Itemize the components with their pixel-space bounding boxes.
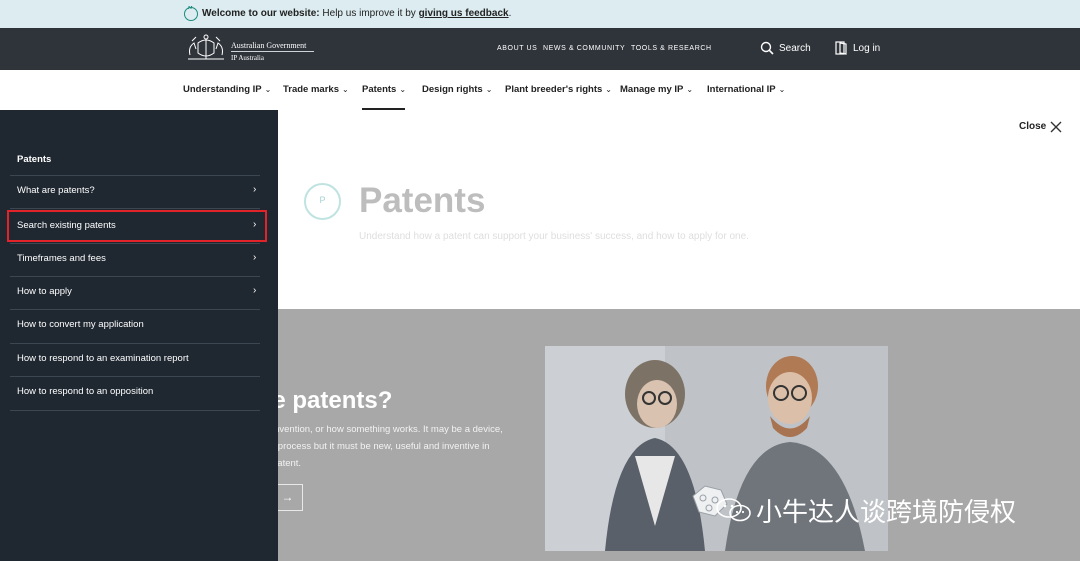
nav-label: Trade marks	[283, 84, 339, 95]
panel-divider	[10, 410, 260, 411]
chevron-down-icon: ⌄	[605, 85, 612, 94]
nav-manage-my-ip[interactable]: Manage my IP ⌄	[620, 84, 693, 95]
close-button[interactable]: Close	[1019, 121, 1046, 132]
menu-item-label: Search existing patents	[17, 220, 116, 231]
util-nav-tools-research[interactable]: TOOLS & RESEARCH	[631, 45, 712, 52]
banner-body: Help us improve it by	[322, 8, 416, 19]
chevron-down-icon: ⌄	[485, 85, 493, 94]
menu-item-how-to-apply[interactable]: How to apply ›	[10, 276, 260, 309]
page-title: Patents	[359, 181, 486, 220]
banner-text: Welcome to our website: Help us improve …	[202, 8, 511, 19]
chevron-right-icon: ›	[253, 252, 257, 263]
nav-label: Manage my IP	[620, 84, 684, 95]
section-line: patent.	[272, 458, 302, 469]
patent-icon-letter: P	[319, 195, 326, 205]
chevron-down-icon: ⌄	[341, 85, 349, 94]
section-line: r process but it must be new, useful and…	[272, 441, 490, 452]
login-icon[interactable]	[835, 41, 848, 55]
close-icon[interactable]	[1050, 121, 1062, 133]
logo-agency-text: IP Australia	[231, 54, 264, 62]
section-line: invention, or how something works. It ma…	[272, 424, 503, 435]
logo-divider	[231, 51, 314, 52]
panel-heading: Patents	[17, 154, 52, 165]
chevron-down-icon: ⌄	[686, 85, 694, 94]
login-button[interactable]: Log in	[853, 43, 880, 54]
search-button[interactable]: Search	[779, 43, 811, 54]
nav-label: Understanding IP	[183, 84, 262, 95]
nav-trade-marks[interactable]: Trade marks ⌄	[283, 84, 349, 95]
speech-bubble-icon	[184, 4, 198, 21]
nav-label: International IP	[707, 84, 776, 95]
nav-label: Design rights	[422, 84, 483, 95]
menu-item-label: What are patents?	[17, 185, 95, 196]
nav-label: Plant breeder's rights	[505, 84, 603, 95]
panel-divider	[10, 208, 260, 209]
util-nav-about-us[interactable]: ABOUT US	[497, 45, 537, 52]
menu-item-search-existing-patents[interactable]: Search existing patents ›	[7, 210, 267, 242]
feedback-banner: Welcome to our website: Help us improve …	[0, 0, 1080, 28]
nav-design-rights[interactable]: Design rights ⌄	[422, 84, 492, 95]
nav-international-ip[interactable]: International IP ⌄	[707, 84, 785, 95]
chevron-right-icon: ›	[253, 285, 257, 296]
site-header: Australian Government IP Australia ABOUT…	[0, 28, 1080, 70]
menu-item-label: How to respond to an opposition	[17, 386, 154, 397]
util-nav-news-community[interactable]: NEWS & COMMUNITY	[543, 45, 625, 52]
chevron-right-icon: ›	[253, 219, 257, 230]
patents-dropdown-panel: Patents What are patents? › Search exist…	[0, 110, 278, 561]
menu-item-respond-examination-report[interactable]: How to respond to an examination report	[10, 343, 260, 376]
watermark-text: 小牛达人谈跨境防侵权	[756, 498, 1017, 528]
nav-patents[interactable]: Patents ⌄	[362, 84, 406, 95]
banner-prefix: Welcome to our website:	[202, 8, 320, 19]
site-logo[interactable]: Australian Government IP Australia	[184, 33, 319, 65]
menu-item-respond-opposition[interactable]: How to respond to an opposition	[10, 376, 260, 409]
chevron-down-icon: ⌄	[399, 85, 407, 94]
section-title: re patents?	[263, 387, 393, 414]
search-icon[interactable]	[760, 41, 774, 55]
coat-of-arms-icon	[188, 34, 224, 60]
page-subtitle: Understand how a patent can support your…	[359, 231, 749, 242]
menu-item-how-to-convert[interactable]: How to convert my application	[10, 309, 260, 342]
menu-item-label: Timeframes and fees	[17, 253, 106, 264]
chevron-down-icon: ⌄	[264, 85, 272, 94]
banner-suffix: .	[508, 8, 512, 19]
chevron-down-icon: ⌄	[778, 85, 786, 94]
feedback-link[interactable]: giving us feedback	[419, 8, 509, 19]
menu-item-label: How to convert my application	[17, 319, 144, 330]
nav-label: Patents	[362, 84, 397, 95]
menu-item-label: How to respond to an examination report	[17, 353, 189, 364]
nav-understanding-ip[interactable]: Understanding IP ⌄	[183, 84, 271, 95]
wechat-logo-icon	[716, 498, 751, 522]
nav-plant-breeders-rights[interactable]: Plant breeder's rights ⌄	[505, 84, 612, 95]
section-body: invention, or how something works. It ma…	[272, 421, 532, 472]
menu-item-what-are-patents[interactable]: What are patents? ›	[10, 175, 260, 208]
main-navigation: Understanding IP ⌄ Trade marks ⌄ Patents ⌄ …	[0, 70, 1080, 110]
chevron-right-icon: ›	[253, 184, 257, 195]
patent-icon: P	[304, 183, 341, 220]
logo-government-text: Australian Government	[231, 41, 307, 50]
menu-item-label: How to apply	[17, 286, 72, 297]
menu-item-timeframes-and-fees[interactable]: Timeframes and fees ›	[10, 243, 260, 276]
